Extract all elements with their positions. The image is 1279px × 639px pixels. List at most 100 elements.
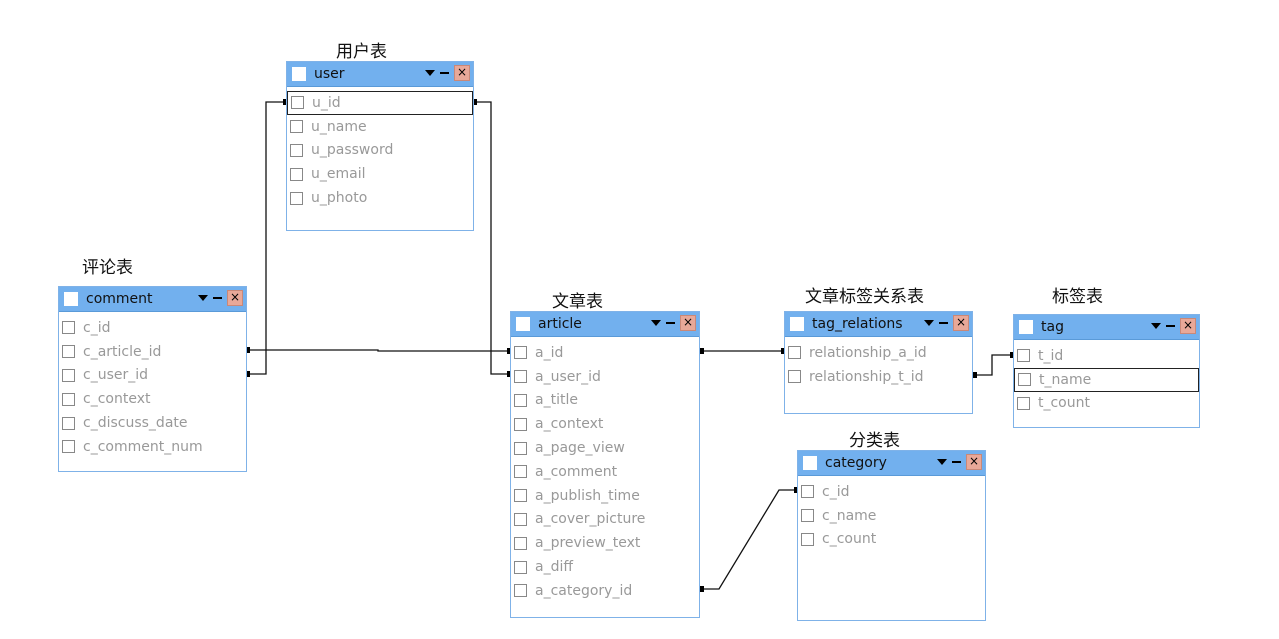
field-row[interactable]: a_category_id (511, 579, 699, 603)
field-checkbox[interactable] (62, 345, 75, 359)
dropdown-caret-icon[interactable] (924, 320, 934, 326)
field-row[interactable]: a_preview_text (511, 531, 699, 555)
close-icon[interactable]: × (227, 290, 243, 306)
select-all-checkbox[interactable] (292, 67, 306, 81)
field-row[interactable]: c_discuss_date (59, 411, 246, 435)
minimize-icon[interactable] (440, 72, 449, 74)
minimize-icon[interactable] (213, 297, 222, 299)
dropdown-caret-icon[interactable] (651, 320, 661, 326)
table-header[interactable]: tag × (1014, 315, 1199, 340)
select-all-checkbox[interactable] (803, 456, 817, 470)
select-all-checkbox[interactable] (64, 292, 78, 306)
field-row[interactable]: a_page_view (511, 436, 699, 460)
field-checkbox[interactable] (514, 489, 527, 503)
field-row[interactable]: a_publish_time (511, 484, 699, 508)
field-row[interactable]: a_id (511, 341, 699, 365)
field-checkbox[interactable] (514, 393, 527, 407)
field-checkbox[interactable] (801, 532, 814, 546)
field-row[interactable]: c_article_id (59, 340, 246, 364)
field-row[interactable]: u_id (287, 91, 473, 115)
field-row[interactable]: a_context (511, 412, 699, 436)
field-checkbox[interactable] (290, 191, 303, 205)
field-checkbox[interactable] (788, 346, 801, 360)
field-checkbox[interactable] (514, 370, 527, 384)
dropdown-caret-icon[interactable] (937, 459, 947, 465)
close-icon[interactable]: × (680, 315, 696, 331)
table-tag-relations[interactable]: tag_relations × relationship_a_id relations… (784, 311, 973, 414)
close-icon[interactable]: × (966, 454, 982, 470)
field-checkbox[interactable] (62, 392, 75, 406)
field-row[interactable]: u_name (287, 115, 473, 139)
field-row[interactable]: a_user_id (511, 365, 699, 389)
field-checkbox[interactable] (290, 167, 303, 181)
field-checkbox[interactable] (514, 417, 527, 431)
select-all-checkbox[interactable] (1019, 320, 1033, 334)
field-row[interactable]: u_photo (287, 186, 473, 210)
table-tag[interactable]: tag × t_id t_name t_count (1013, 314, 1200, 428)
field-row[interactable]: c_id (798, 480, 985, 504)
field-row[interactable]: a_diff (511, 555, 699, 579)
field-checkbox[interactable] (514, 584, 527, 598)
table-article[interactable]: article × a_id a_user_id a_title a_context a_p… (510, 311, 700, 618)
field-checkbox[interactable] (1018, 373, 1031, 387)
field-checkbox[interactable] (801, 509, 814, 523)
field-checkbox[interactable] (801, 485, 814, 499)
dropdown-caret-icon[interactable] (1151, 323, 1161, 329)
table-header[interactable]: category × (798, 451, 985, 476)
field-checkbox[interactable] (514, 465, 527, 479)
field-checkbox[interactable] (62, 416, 75, 430)
field-row[interactable]: c_name (798, 504, 985, 528)
field-row[interactable]: c_count (798, 528, 985, 552)
field-checkbox[interactable] (291, 96, 304, 110)
field-checkbox[interactable] (788, 370, 801, 384)
field-row[interactable]: relationship_t_id (785, 365, 972, 389)
table-comment[interactable]: comment × c_id c_article_id c_user_id c_conte… (58, 286, 247, 472)
field-checkbox[interactable] (1017, 396, 1030, 410)
dropdown-caret-icon[interactable] (425, 70, 435, 76)
field-name: relationship_t_id (809, 368, 924, 385)
minimize-icon[interactable] (952, 461, 961, 463)
close-icon[interactable]: × (1180, 318, 1196, 334)
field-row[interactable]: relationship_a_id (785, 341, 972, 365)
field-checkbox[interactable] (514, 536, 527, 550)
close-icon[interactable]: × (454, 65, 470, 81)
table-header[interactable]: article × (511, 312, 699, 337)
field-checkbox[interactable] (62, 321, 75, 335)
field-checkbox[interactable] (62, 368, 75, 382)
table-category[interactable]: category × c_id c_name c_count (797, 450, 986, 621)
field-row[interactable]: c_comment_num (59, 435, 246, 459)
field-row[interactable]: a_title (511, 389, 699, 413)
minimize-icon[interactable] (939, 322, 948, 324)
minimize-icon[interactable] (1166, 325, 1175, 327)
table-header[interactable]: user × (287, 62, 473, 87)
select-all-checkbox[interactable] (516, 317, 530, 331)
field-row[interactable]: t_count (1014, 392, 1199, 416)
field-checkbox[interactable] (290, 143, 303, 157)
dropdown-caret-icon[interactable] (198, 295, 208, 301)
field-checkbox[interactable] (514, 441, 527, 455)
field-row[interactable]: t_name (1014, 367, 1199, 392)
field-row[interactable]: u_password (287, 139, 473, 163)
field-row[interactable]: u_email (287, 162, 473, 186)
field-checkbox[interactable] (514, 512, 527, 526)
field-checkbox[interactable] (514, 346, 527, 360)
field-row[interactable]: t_id (1014, 344, 1199, 368)
close-icon[interactable]: × (953, 315, 969, 331)
table-header[interactable]: comment × (59, 287, 246, 312)
link-tagrel-tag (972, 354, 1014, 376)
field-checkbox[interactable] (290, 120, 303, 134)
field-checkbox[interactable] (62, 440, 75, 454)
table-user[interactable]: user × u_id u_name u_password u_email u_photo (286, 61, 474, 231)
field-checkbox[interactable] (514, 560, 527, 574)
field-row[interactable]: c_id (59, 316, 246, 340)
field-name: u_id (312, 94, 341, 111)
field-row[interactable]: a_cover_picture (511, 508, 699, 532)
field-row[interactable]: c_context (59, 387, 246, 411)
minimize-icon[interactable] (666, 322, 675, 324)
field-name: c_count (822, 531, 877, 548)
field-checkbox[interactable] (1017, 349, 1030, 363)
table-header[interactable]: tag_relations × (785, 312, 972, 337)
field-row[interactable]: a_comment (511, 460, 699, 484)
field-row[interactable]: c_user_id (59, 364, 246, 388)
select-all-checkbox[interactable] (790, 317, 804, 331)
